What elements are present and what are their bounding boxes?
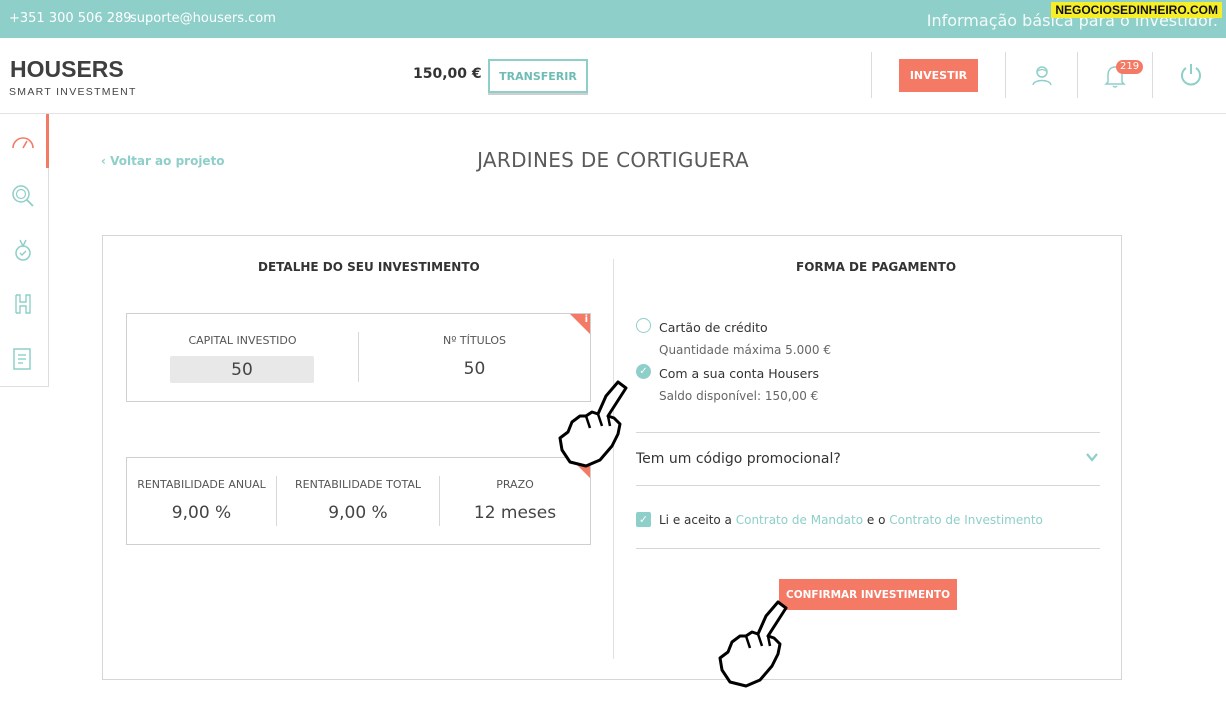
page-title: JARDINES DE CORTIGUERA — [477, 148, 749, 172]
investment-detail-title: DETALHE DO SEU INVESTIMENTO — [258, 260, 480, 274]
watermark-badge: NEGOCIOSEDINHEIRO.COM — [1051, 2, 1222, 18]
credit-card-limit: Quantidade máxima 5.000 € — [659, 343, 831, 357]
total-return-label: RENTABILIDADE TOTAL — [295, 478, 421, 491]
support-phone[interactable]: +351 300 506 289 — [9, 11, 132, 26]
divider — [636, 548, 1100, 549]
info-icon: i — [584, 314, 588, 325]
info-corner-badge[interactable]: i — [570, 314, 590, 334]
medal-icon[interactable] — [11, 238, 35, 262]
investment-contract-link[interactable]: Contrato de Investimento — [889, 513, 1043, 527]
total-return-value: 9,00 % — [328, 503, 388, 523]
header-divider — [1077, 52, 1078, 98]
check-icon: ✓ — [638, 513, 649, 526]
mandate-contract-link[interactable]: Contrato de Mandato — [736, 513, 863, 527]
capital-box: i CAPITAL INVESTIDO 50 Nº TÍTULOS 50 — [126, 313, 591, 402]
term-label: PRAZO — [496, 478, 534, 491]
logo-tagline: SMART INVESTMENT — [9, 86, 137, 98]
pointer-hand-icon — [558, 380, 628, 468]
logo-text: HOUSERS — [10, 56, 124, 82]
available-balance: Saldo disponível: 150,00 € — [659, 389, 819, 403]
invest-button[interactable]: INVESTIR — [899, 59, 978, 92]
account-balance: 150,00 € — [413, 66, 482, 82]
document-icon[interactable] — [11, 347, 35, 371]
annual-return-label: RENTABILIDADE ANUAL — [137, 478, 266, 491]
chevron-down-icon[interactable] — [1085, 450, 1099, 464]
confirm-investment-button[interactable]: CONFIRMAR INVESTIMENTO — [779, 579, 957, 610]
capital-input[interactable]: 50 — [170, 356, 314, 383]
returns-box: RENTABILIDADE ANUAL 9,00 % RENTABILIDADE… — [126, 457, 591, 545]
capital-label: CAPITAL INVESTIDO — [188, 334, 297, 347]
credit-card-label[interactable]: Cartão de crédito — [659, 320, 768, 335]
housers-account-label[interactable]: Com a sua conta Housers — [659, 366, 819, 381]
payment-method-title: FORMA DE PAGAMENTO — [796, 260, 957, 274]
user-icon[interactable] — [1030, 63, 1054, 87]
promo-code-toggle[interactable]: Tem um código promocional? — [636, 451, 841, 467]
main-header: HOUSERS SMART INVESTMENT 150,00 € TRANSF… — [0, 38, 1226, 114]
terms-mid: e o — [863, 513, 890, 527]
check-icon: ✓ — [639, 366, 648, 377]
credit-card-radio[interactable] — [636, 318, 651, 333]
annual-return-value: 9,00 % — [171, 503, 232, 523]
search-projects-icon[interactable] — [11, 184, 35, 208]
term-value: 12 meses — [473, 503, 557, 523]
housers-account-radio[interactable]: ✓ — [636, 364, 651, 379]
support-email[interactable]: suporte@housers.com — [130, 11, 276, 26]
titles-label: Nº TÍTULOS — [442, 334, 507, 347]
notification-count-badge: 219 — [1116, 60, 1144, 74]
divider — [636, 432, 1100, 433]
terms-text: Li e aceito a Contrato de Mandato e o Co… — [659, 513, 1043, 527]
transfer-button[interactable]: TRANSFERIR — [488, 59, 588, 93]
terms-prefix: Li e aceito a — [659, 513, 736, 527]
header-divider — [1152, 52, 1153, 98]
housers-h-icon[interactable] — [11, 292, 35, 316]
pointer-hand-icon — [718, 600, 788, 688]
terms-checkbox[interactable]: ✓ — [636, 512, 651, 527]
header-divider — [1005, 52, 1006, 98]
divider — [636, 485, 1100, 486]
header-divider — [871, 52, 872, 98]
top-contact-bar: +351 300 506 289 suporte@housers.com Inf… — [0, 0, 1226, 38]
power-icon[interactable] — [1178, 62, 1204, 88]
